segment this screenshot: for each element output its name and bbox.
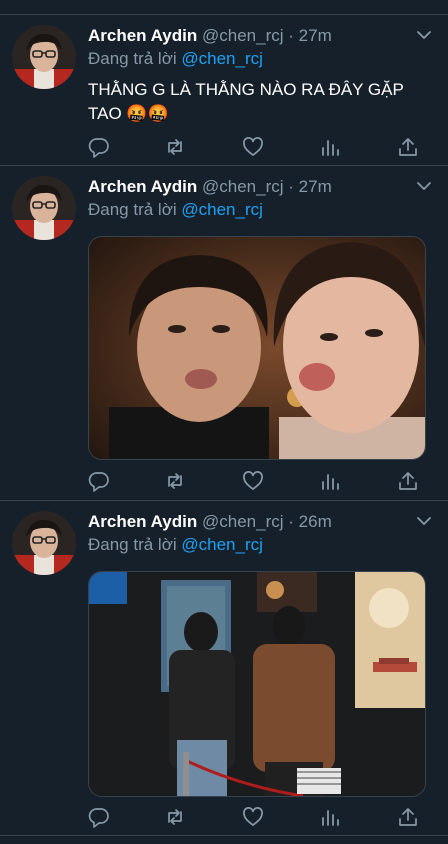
reply-mention-link[interactable]: @chen_rcj [181,49,263,68]
reply-prefix: Đang trả lời [88,49,177,68]
user-handle[interactable]: @chen_rcj [202,26,284,45]
avatar[interactable] [12,511,76,575]
like-icon[interactable] [242,136,264,158]
tweet-header: Archen Aydin @chen_rcj · 27m [88,176,434,198]
avatar[interactable] [12,176,76,240]
reply-context: Đang trả lời @chen_rcj [88,199,434,221]
tweet[interactable]: Archen Aydin @chen_rcj · 27m Đang trả lờ… [0,15,448,166]
avatar[interactable] [12,25,76,89]
analytics-icon[interactable] [319,470,341,492]
retweet-icon[interactable] [164,806,186,828]
display-name[interactable]: Archen Aydin [88,177,197,196]
tweet-photo[interactable] [88,571,426,797]
separator-dot: · [288,512,294,531]
tweet-header: Archen Aydin @chen_rcj · 27m [88,25,434,47]
separator-dot: · [288,177,294,196]
reply-context: Đang trả lời @chen_rcj [88,534,434,556]
timestamp[interactable]: 27m [299,177,332,196]
reply-context: Đang trả lời @chen_rcj [88,48,434,70]
more-icon[interactable] [414,176,434,196]
more-icon[interactable] [414,25,434,45]
reply-icon[interactable] [88,806,110,828]
tweet-actions [88,470,419,492]
user-handle[interactable]: @chen_rcj [202,177,284,196]
reply-mention-link[interactable]: @chen_rcj [181,535,263,554]
share-icon[interactable] [397,136,419,158]
like-icon[interactable] [242,470,264,492]
analytics-icon[interactable] [319,806,341,828]
user-handle[interactable]: @chen_rcj [202,512,284,531]
share-icon[interactable] [397,470,419,492]
like-icon[interactable] [242,806,264,828]
timestamp[interactable]: 27m [299,26,332,45]
display-name[interactable]: Archen Aydin [88,512,197,531]
display-name[interactable]: Archen Aydin [88,26,197,45]
reply-prefix: Đang trả lời [88,200,177,219]
tweet-actions [88,136,419,158]
reply-prefix: Đang trả lời [88,535,177,554]
retweet-icon[interactable] [164,136,186,158]
reply-icon[interactable] [88,136,110,158]
tweet-photo[interactable] [88,236,426,460]
tweet-text: THẰNG G LÀ THẰNG NÀO RA ĐÂY GẶP TAO 🤬🤬 [88,80,404,123]
timeline-feed: Archen Aydin @chen_rcj · 27m Đang trả lờ… [0,0,448,844]
retweet-icon[interactable] [164,470,186,492]
separator-dot: · [288,26,294,45]
reply-mention-link[interactable]: @chen_rcj [181,200,263,219]
more-icon[interactable] [414,511,434,531]
analytics-icon[interactable] [319,136,341,158]
tweet-actions [88,806,419,828]
tweet[interactable]: Archen Aydin @chen_rcj · 27m Đang trả lờ… [0,166,448,501]
share-icon[interactable] [397,806,419,828]
tweet[interactable]: Archen Aydin @chen_rcj · 26m Đang trả lờ… [0,501,448,836]
reply-icon[interactable] [88,470,110,492]
tweet-header: Archen Aydin @chen_rcj · 26m [88,511,434,533]
timestamp[interactable]: 26m [299,512,332,531]
